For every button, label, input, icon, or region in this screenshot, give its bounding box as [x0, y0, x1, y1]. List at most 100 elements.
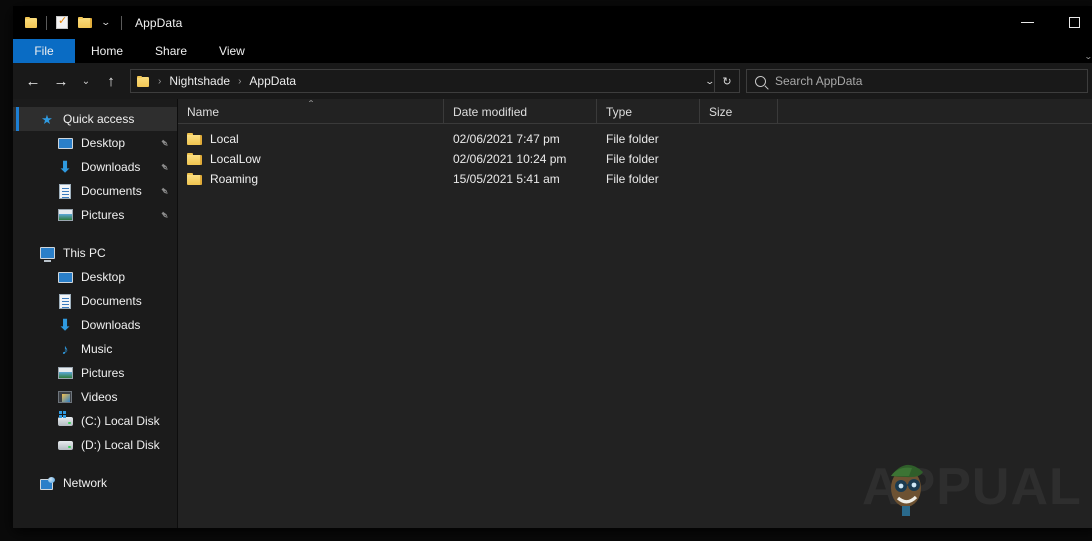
file-name-locallow: LocalLow	[210, 152, 261, 166]
sidebar-label-pictures-pc: Pictures	[81, 366, 125, 380]
cell-type: File folder	[606, 152, 659, 166]
column-label-size: Size	[709, 104, 733, 119]
monitor-icon	[57, 269, 73, 285]
sidebar-item-downloads-qa[interactable]: ⬇ Downloads ✒	[13, 155, 177, 179]
search-input[interactable]: Search AppData	[746, 69, 1088, 93]
breadcrumb-item-appdata[interactable]: AppData	[247, 74, 298, 88]
column-header-date-modified[interactable]: Date modified	[444, 99, 597, 124]
quick-access-toolbar: ⌄	[20, 11, 126, 35]
table-row[interactable]: Local 02/06/2021 7:47 pm File folder	[178, 129, 1092, 149]
sidebar-label-music-pc: Music	[81, 342, 113, 356]
column-header-size[interactable]: Size	[700, 99, 778, 124]
sidebar-label-desktop-pc: Desktop	[81, 270, 126, 284]
cell-name: Local	[178, 132, 444, 146]
sidebar-item-this-pc[interactable]: This PC	[13, 241, 177, 265]
sidebar-label-downloads-qa: Downloads	[81, 160, 141, 174]
cell-name: Roaming	[178, 172, 444, 186]
pc-icon	[39, 245, 55, 262]
sidebar-label-this-pc: This PC	[63, 246, 106, 260]
new-folder-icon[interactable]	[73, 11, 95, 35]
cell-date-modified: 02/06/2021 7:47 pm	[453, 132, 560, 146]
download-icon: ⬇	[58, 316, 72, 334]
forward-button[interactable]: →	[47, 67, 75, 95]
document-icon	[57, 293, 73, 309]
drive-icon	[57, 437, 73, 453]
sidebar-item-local-disk-d[interactable]: (D:) Local Disk	[13, 433, 177, 457]
sidebar-label-documents-qa: Documents	[81, 184, 142, 198]
column-header-type[interactable]: Type	[597, 99, 700, 124]
sidebar-label-quick-access: Quick access	[63, 112, 135, 126]
pin-icon-desktop[interactable]: ✒	[157, 135, 173, 151]
monitor-icon	[57, 135, 73, 151]
folder-icon	[187, 133, 202, 145]
sidebar-item-network[interactable]: Network	[13, 471, 177, 495]
sidebar-label-local-disk-c: (C:) Local Disk	[81, 414, 160, 428]
search-placeholder: Search AppData	[775, 74, 863, 88]
back-button[interactable]: ←	[19, 67, 47, 95]
title-bar: ⌄ AppData	[13, 6, 1092, 39]
cell-type: File folder	[606, 172, 659, 186]
folder-icon[interactable]	[20, 11, 42, 35]
minimize-button[interactable]	[1004, 6, 1051, 39]
breadcrumb-item-nightshade[interactable]: Nightshade	[167, 74, 232, 88]
sidebar-item-quick-access[interactable]: ★ Quick access	[13, 107, 177, 131]
sidebar-item-documents-pc[interactable]: Documents	[13, 289, 177, 313]
search-icon	[755, 75, 766, 87]
sidebar-label-documents-pc: Documents	[81, 294, 142, 308]
sidebar-label-pictures-qa: Pictures	[81, 208, 125, 222]
expand-ribbon-icon[interactable]: ⌄	[1084, 52, 1092, 61]
tab-view[interactable]: View	[203, 39, 261, 63]
sidebar-item-desktop-pc[interactable]: Desktop	[13, 265, 177, 289]
sort-ascending-icon: ⌃	[306, 99, 315, 108]
column-label-type: Type	[606, 104, 633, 119]
navigation-pane: ★ Quick access Desktop ✒ ⬇ Downloads ✒ D…	[13, 99, 177, 528]
system-drive-icon	[57, 410, 73, 429]
pin-icon-pictures[interactable]: ✒	[157, 207, 173, 223]
recent-locations-button[interactable]: ⌄	[75, 67, 97, 95]
sidebar-label-network: Network	[63, 476, 108, 490]
cell-name: LocalLow	[178, 152, 444, 166]
tab-file[interactable]: File	[13, 39, 75, 63]
breadcrumb-folder-icon	[137, 75, 150, 87]
sidebar-item-pictures-pc[interactable]: Pictures	[13, 361, 177, 385]
column-header-name[interactable]: Name ⌃	[178, 99, 444, 124]
properties-icon[interactable]	[51, 11, 73, 35]
address-bar: ← → ⌄ ↑ › Nightshade › AppData ⌄ ↻ Searc…	[13, 63, 1092, 99]
sidebar-item-local-disk-c[interactable]: (C:) Local Disk	[13, 409, 177, 433]
column-header-row: Name ⌃ Date modified Type Size	[178, 99, 1092, 124]
sidebar-item-music-pc[interactable]: ♪ Music	[13, 337, 177, 361]
breadcrumb-separator-1: ›	[238, 75, 242, 87]
window-title: AppData	[135, 15, 183, 30]
sidebar-item-videos-pc[interactable]: Videos	[13, 385, 177, 409]
pin-icon-documents[interactable]: ✒	[157, 183, 173, 199]
table-row[interactable]: LocalLow 02/06/2021 10:24 pm File folder	[178, 149, 1092, 169]
up-button[interactable]: ↑	[97, 67, 125, 95]
sidebar-item-pictures-qa[interactable]: Pictures ✒	[13, 203, 177, 227]
window-controls	[1004, 6, 1092, 39]
table-row[interactable]: Roaming 15/05/2021 5:41 am File folder	[178, 169, 1092, 189]
network-icon	[39, 475, 55, 491]
music-icon: ♪	[61, 341, 69, 357]
file-list-pane: Name ⌃ Date modified Type Size Local 02/…	[177, 99, 1092, 528]
sidebar-item-documents-qa[interactable]: Documents ✒	[13, 179, 177, 203]
tab-share[interactable]: Share	[139, 39, 203, 63]
breadcrumb-separator-0: ›	[158, 75, 162, 87]
document-icon	[57, 183, 73, 199]
picture-icon	[57, 207, 73, 223]
maximize-button[interactable]	[1051, 6, 1092, 39]
tab-home[interactable]: Home	[75, 39, 139, 63]
folder-icon	[187, 153, 202, 165]
sidebar-label-local-disk-d: (D:) Local Disk	[81, 438, 160, 452]
toolbar-separator	[46, 15, 47, 30]
customize-chevron-icon[interactable]: ⌄	[95, 11, 117, 35]
sidebar-item-desktop-qa[interactable]: Desktop ✒	[13, 131, 177, 155]
sidebar-label-videos-pc: Videos	[81, 390, 118, 404]
refresh-button[interactable]: ↻	[714, 69, 740, 93]
pin-icon-downloads[interactable]: ✒	[157, 159, 173, 175]
breadcrumb[interactable]: › Nightshade › AppData ⌄	[130, 69, 716, 93]
sidebar-item-downloads-pc[interactable]: ⬇ Downloads	[13, 313, 177, 337]
star-icon: ★	[41, 111, 53, 127]
folder-icon	[187, 173, 202, 185]
address-dropdown-icon[interactable]: ⌄	[705, 76, 716, 86]
file-explorer-window: ⌄ AppData File Home Share View ⌄ ← → ⌄ ↑…	[13, 6, 1092, 528]
